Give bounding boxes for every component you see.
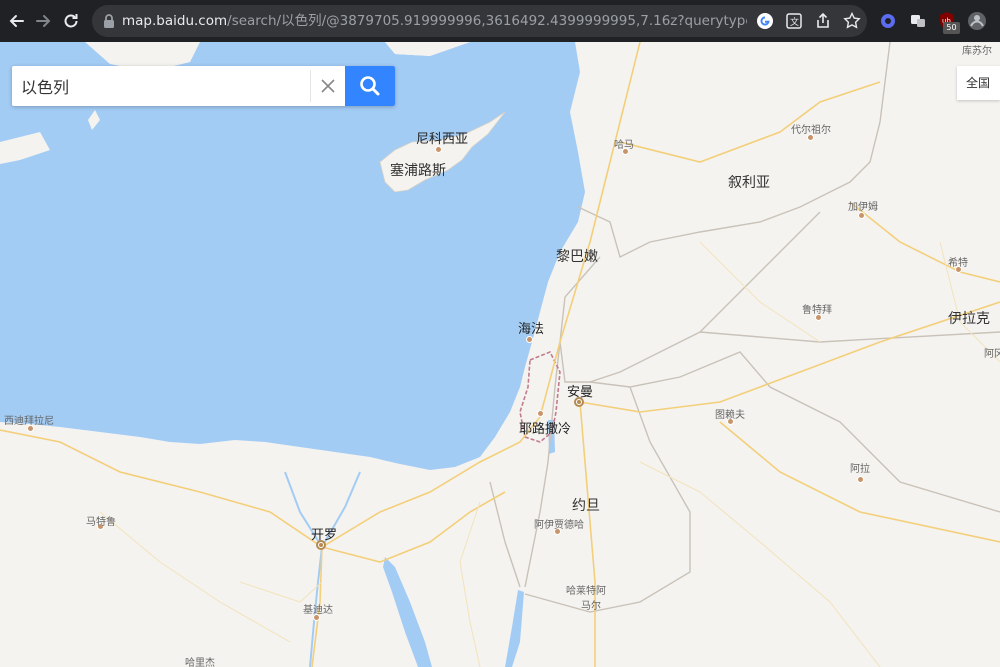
nicosia-marker[interactable] <box>435 146 442 153</box>
star-icon[interactable] <box>842 11 862 31</box>
label-jerusalem: 耶路撒冷 <box>519 422 572 437</box>
label-hama: 哈马 <box>614 140 634 151</box>
label-western: 西迪拜拉尼 <box>4 416 54 427</box>
search-box <box>12 66 395 106</box>
reload-icon[interactable] <box>58 8 84 34</box>
extension-gear-icon[interactable] <box>877 10 899 32</box>
url-path: /search/以色列/@3879705.919999996,3616492.4… <box>227 13 747 29</box>
address-bar[interactable]: map.baidu.com/search/以色列/@3879705.919999… <box>92 5 867 37</box>
label-arar: 阿拉 <box>850 464 870 475</box>
label-matruh: 马特鲁 <box>86 517 116 528</box>
label-abad: 阿冈 <box>984 349 1000 360</box>
label-jordan: 约旦 <box>572 498 600 514</box>
search-button[interactable] <box>345 66 395 106</box>
label-deir: 代尔祖尔 <box>791 125 831 136</box>
search-input[interactable] <box>12 66 310 106</box>
label-hurghada: 哈里杰 <box>185 658 215 667</box>
jerusalem-marker[interactable] <box>537 410 544 417</box>
extension-badge: 50 <box>943 22 960 34</box>
label-haifa: 海法 <box>518 322 545 337</box>
share-icon[interactable] <box>813 11 833 31</box>
back-arrow-icon[interactable] <box>4 8 30 34</box>
label-hafr: 哈莱特阿 <box>566 586 606 597</box>
url-host: map.baidu.com <box>122 13 228 29</box>
label-mar: 马尔 <box>581 601 601 612</box>
label-ma-an: 阿伊贾德哈 <box>534 520 584 531</box>
lock-icon <box>104 14 114 28</box>
label-suez: 基迪达 <box>303 605 333 616</box>
magnifier-icon <box>360 76 380 96</box>
google-icon[interactable] <box>755 11 775 31</box>
label-cyprus: 塞浦路斯 <box>390 163 446 179</box>
qaim-marker[interactable] <box>858 212 865 219</box>
label-syria: 叙利亚 <box>728 175 770 191</box>
svg-text:文: 文 <box>790 16 799 28</box>
translate-icon[interactable]: 文 <box>784 11 804 31</box>
label-nicosia: 尼科西亚 <box>416 132 469 147</box>
label-qaim: 加伊姆 <box>848 202 878 213</box>
label-aleppo-top: 库苏尔 <box>962 46 992 57</box>
mediterranean-sea <box>0 42 585 470</box>
haifa-marker[interactable] <box>526 336 533 343</box>
extension-puzzle-icon[interactable] <box>907 10 929 32</box>
label-lebanon: 黎巴嫩 <box>556 249 598 265</box>
label-iraq: 伊拉克 <box>948 311 990 327</box>
profile-icon[interactable] <box>966 10 988 32</box>
map-layer <box>0 42 1000 667</box>
label-rutba: 鲁特拜 <box>802 305 832 316</box>
label-cairo: 开罗 <box>311 528 338 543</box>
close-icon <box>321 79 335 93</box>
region-selector[interactable]: 全国 <box>957 66 1000 100</box>
region-label: 全国 <box>966 76 991 90</box>
url-text[interactable]: map.baidu.com/search/以色列/@3879705.919999… <box>122 5 747 37</box>
browser-toolbar: map.baidu.com/search/以色列/@3879705.919999… <box>0 0 1000 42</box>
label-amman: 安曼 <box>567 385 594 400</box>
map-canvas[interactable]: 塞浦路斯 尼科西亚 叙利亚 黎巴嫩 海法 安曼 耶路撒冷 约旦 伊拉克 开罗 哈… <box>0 42 1000 667</box>
label-tulayhat: 图赖夫 <box>715 410 745 421</box>
forward-arrow-icon[interactable] <box>30 8 56 34</box>
label-hit: 希特 <box>948 258 968 269</box>
clear-search-button[interactable] <box>310 70 344 102</box>
arar-marker[interactable] <box>857 476 864 483</box>
